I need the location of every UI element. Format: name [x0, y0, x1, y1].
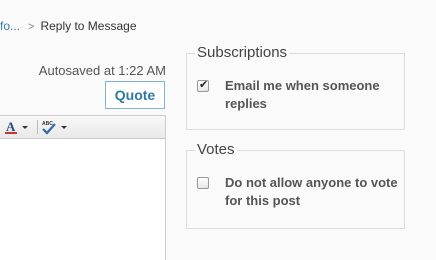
checkmark-icon: ✔ [199, 79, 209, 91]
chevron-down-icon [22, 126, 28, 129]
spellcheck-icon: ABC [42, 121, 67, 135]
email-notify-checkbox[interactable]: ✔ [197, 79, 209, 92]
disable-voting-checkbox[interactable] [197, 177, 209, 189]
disable-voting-label[interactable]: Do not allow anyone to vote for this pos… [225, 174, 405, 210]
editor-toolbar: A ABC [0, 116, 165, 139]
font-color-letter: A [6, 119, 16, 134]
breadcrumb-separator: > [28, 21, 35, 33]
email-notify-label[interactable]: Email me when someone replies [225, 77, 405, 113]
font-color-swatch [5, 132, 17, 134]
autosave-status: Autosaved at 1:22 AM [38, 63, 166, 78]
breadcrumb-parent-link[interactable]: fo... [0, 19, 20, 33]
spellcheck-button[interactable]: ABC [41, 119, 69, 135]
votes-fieldset: Votes Do not allow anyone to vote for th… [186, 141, 405, 229]
chevron-down-icon [61, 126, 67, 129]
breadcrumb-current: Reply to Message [40, 19, 137, 33]
message-editor[interactable]: A ABC [0, 115, 166, 260]
toolbar-divider [37, 120, 38, 134]
reply-page: fo... > Reply to Message Autosaved at 1:22… [0, 0, 436, 260]
subscriptions-fieldset: Subscriptions ✔ Email me when someone re… [186, 44, 405, 130]
font-color-button[interactable]: A [5, 119, 31, 135]
votes-legend: Votes [195, 141, 237, 159]
subscriptions-legend: Subscriptions [195, 44, 290, 62]
font-color-icon: A [5, 119, 28, 134]
spellcheck-text: ABC [42, 121, 53, 127]
quote-button[interactable]: Quote [105, 81, 165, 109]
breadcrumb: fo... > Reply to Message [0, 18, 137, 35]
